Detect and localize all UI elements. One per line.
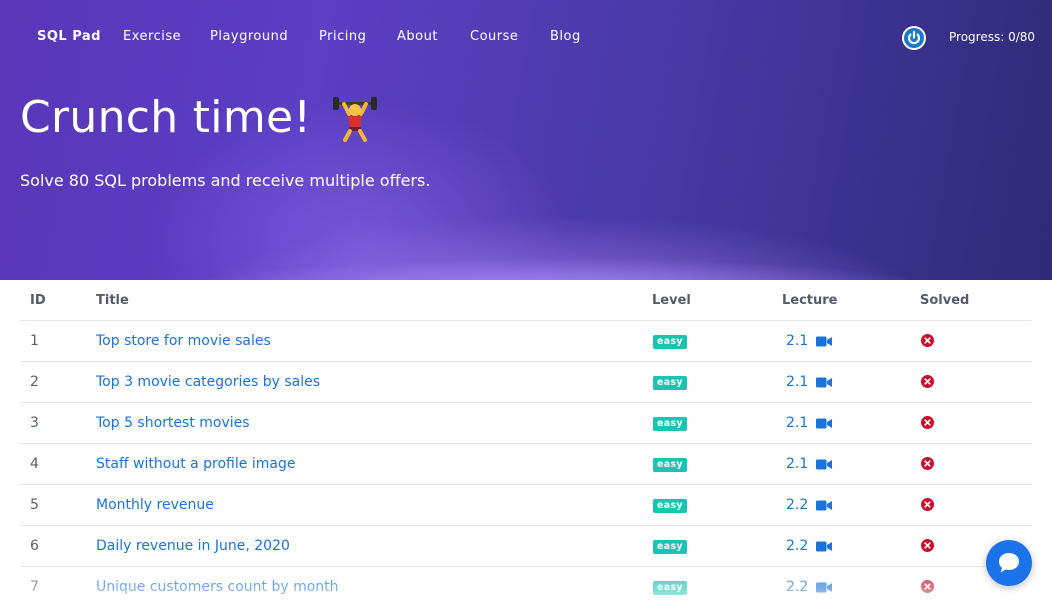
lecture-link[interactable]: 2.2 <box>786 579 833 595</box>
video-camera-icon <box>816 377 833 387</box>
header-id: ID <box>30 293 46 308</box>
level-badge: easy <box>653 335 687 349</box>
lecture-number: 2.1 <box>786 456 809 472</box>
lecture-number: 2.2 <box>786 579 809 595</box>
problem-title-link[interactable]: Daily revenue in June, 2020 <box>96 538 290 554</box>
power-button[interactable] <box>902 26 926 50</box>
unsolved-x-icon <box>921 375 934 388</box>
header-lecture: Lecture <box>782 293 838 308</box>
row-id: 5 <box>30 497 39 513</box>
video-camera-icon <box>816 582 833 592</box>
video-camera-icon <box>816 418 833 428</box>
nav-link-exercise[interactable]: Exercise <box>123 29 181 44</box>
unsolved-x-icon <box>921 416 934 429</box>
problem-title-link[interactable]: Top store for movie sales <box>96 333 271 349</box>
level-badge: easy <box>653 458 687 472</box>
progress-text: Progress: 0/80 <box>949 30 1036 44</box>
problems-table: ID Title Level Lecture Solved 1 Top stor… <box>20 280 1032 600</box>
unsolved-x-icon <box>921 457 934 470</box>
header-level: Level <box>652 293 691 308</box>
problem-title-link[interactable]: Staff without a profile image <box>96 456 295 472</box>
table-row: 4 Staff without a profile image easy 2.1 <box>20 444 1032 485</box>
table-row: 3 Top 5 shortest movies easy 2.1 <box>20 403 1032 444</box>
lecture-number: 2.2 <box>786 538 809 554</box>
lecture-link[interactable]: 2.2 <box>786 497 833 513</box>
level-badge: easy <box>653 581 687 595</box>
nav-link-pricing[interactable]: Pricing <box>319 29 366 44</box>
video-camera-icon <box>816 541 833 551</box>
lecture-number: 2.2 <box>786 497 809 513</box>
problem-title-link[interactable]: Top 5 shortest movies <box>96 415 250 431</box>
unsolved-x-icon <box>921 580 934 593</box>
lecture-number: 2.1 <box>786 415 809 431</box>
lecture-number: 2.1 <box>786 333 809 349</box>
problem-title-link[interactable]: Monthly revenue <box>96 497 214 513</box>
table-row: 2 Top 3 movie categories by sales easy 2… <box>20 362 1032 403</box>
lecture-link[interactable]: 2.1 <box>786 333 833 349</box>
chat-button[interactable] <box>986 540 1032 586</box>
lecture-link[interactable]: 2.1 <box>786 415 833 431</box>
lecture-link[interactable]: 2.1 <box>786 374 833 390</box>
row-id: 2 <box>30 374 39 390</box>
row-id: 3 <box>30 415 39 431</box>
table-row: 5 Monthly revenue easy 2.2 <box>20 485 1032 526</box>
unsolved-x-icon <box>921 498 934 511</box>
weight-lifter-icon <box>333 97 377 142</box>
video-camera-icon <box>816 500 833 510</box>
problem-title-link[interactable]: Top 3 movie categories by sales <box>96 374 320 390</box>
problem-title-link[interactable]: Unique customers count by month <box>96 579 339 595</box>
header-solved: Solved <box>920 293 970 308</box>
table-header: ID Title Level Lecture Solved <box>20 280 1032 321</box>
unsolved-x-icon <box>921 334 934 347</box>
video-camera-icon <box>816 336 833 346</box>
nav-link-playground[interactable]: Playground <box>210 29 288 44</box>
video-camera-icon <box>816 459 833 469</box>
row-id: 4 <box>30 456 39 472</box>
header-title: Title <box>96 293 129 308</box>
top-nav: SQL Pad Exercise Playground Pricing Abou… <box>0 26 1052 50</box>
row-id: 7 <box>30 579 39 595</box>
table-row: 1 Top store for movie sales easy 2.1 <box>20 321 1032 362</box>
row-id: 6 <box>30 538 39 554</box>
unsolved-x-icon <box>921 539 934 552</box>
table-body: 1 Top store for movie sales easy 2.1 2 T… <box>20 321 1032 600</box>
nav-link-blog[interactable]: Blog <box>550 29 581 44</box>
hero-banner: SQL Pad Exercise Playground Pricing Abou… <box>0 0 1052 280</box>
level-badge: easy <box>653 540 687 554</box>
level-badge: easy <box>653 417 687 431</box>
hero-title: Crunch time! <box>20 92 312 143</box>
lecture-link[interactable]: 2.1 <box>786 456 833 472</box>
nav-brand[interactable]: SQL Pad <box>37 29 101 44</box>
hero-glow <box>180 258 940 280</box>
nav-link-course[interactable]: Course <box>470 29 518 44</box>
power-icon <box>904 28 924 48</box>
row-id: 1 <box>30 333 39 349</box>
level-badge: easy <box>653 376 687 390</box>
nav-link-about[interactable]: About <box>397 29 438 44</box>
level-badge: easy <box>653 499 687 513</box>
chat-bubble-icon <box>999 553 1019 573</box>
lecture-link[interactable]: 2.2 <box>786 538 833 554</box>
lecture-number: 2.1 <box>786 374 809 390</box>
hero-subtitle: Solve 80 SQL problems and receive multip… <box>20 171 431 190</box>
table-row: 7 Unique customers count by month easy 2… <box>20 567 1032 600</box>
table-row: 6 Daily revenue in June, 2020 easy 2.2 <box>20 526 1032 567</box>
